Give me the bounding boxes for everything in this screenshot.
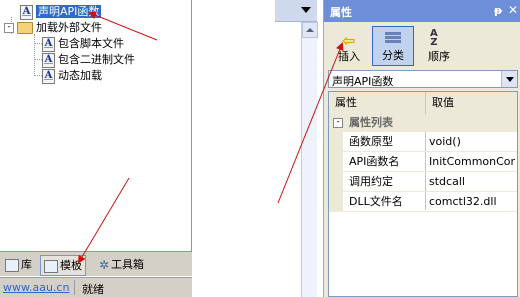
row-gutter: [329, 172, 343, 191]
tab-library[interactable]: 库: [2, 255, 35, 274]
property-row[interactable]: DLL文件名 comctl32.dll: [329, 192, 517, 212]
tree-item-root[interactable]: A 声明API函数: [20, 4, 102, 20]
panel-title: 属性: [330, 6, 352, 19]
properties-toolbar: ⇦ 插入 分类 A Z 顺序: [324, 22, 520, 68]
status-bar: www.aau.cn 就绪: [0, 277, 192, 297]
script-file-icon: A: [42, 52, 55, 68]
pin-icon[interactable]: ᵽ: [494, 4, 502, 17]
tree-item-label: 包含二进制文件: [58, 53, 135, 66]
tab-label: 工具箱: [111, 258, 144, 271]
button-label: 分类: [382, 49, 404, 62]
property-value[interactable]: InitCommonCon...: [429, 152, 515, 171]
collapse-icon[interactable]: -: [333, 118, 343, 128]
folder-open-icon: [17, 22, 33, 34]
tab-toolbox[interactable]: ✲ 工具箱: [96, 255, 147, 274]
tree-panel: A 声明API函数 - 加载外部文件 A 包含脚本文件 A 包含二进制文件 A 动态加载: [0, 0, 192, 252]
website-link[interactable]: www.aau.cn: [3, 281, 69, 294]
properties-panel: 属性 ᵽ ✕ ⇦ 插入 分类 A Z 顺序 声明API函数 属性 取值 - 属性…: [323, 0, 520, 297]
column-header-name[interactable]: 属性: [329, 92, 425, 115]
vertical-scrollbar[interactable]: [301, 22, 318, 297]
editor-tab-strip: [275, 0, 317, 22]
property-name: DLL文件名: [349, 195, 403, 208]
property-grid: 属性 取值 - 属性列表 函数原型 void() API函数名 InitComm…: [328, 91, 518, 297]
column-header-value[interactable]: 取值: [426, 92, 517, 115]
script-file-icon: A: [20, 4, 33, 20]
property-row[interactable]: 函数原型 void(): [329, 132, 517, 152]
script-file-icon: A: [42, 68, 55, 84]
scroll-up-icon[interactable]: [302, 22, 318, 38]
tree-item-folder[interactable]: - 加载外部文件: [4, 20, 102, 36]
close-icon[interactable]: ✕: [508, 3, 518, 17]
category-label: 属性列表: [349, 116, 393, 129]
row-gutter: [329, 192, 343, 211]
tree-line: [34, 34, 35, 76]
tree-line: [34, 43, 42, 44]
chevron-down-icon[interactable]: [501, 71, 517, 87]
alphabetical-button[interactable]: A Z 顺序: [418, 26, 460, 66]
tree-item-child[interactable]: A 包含二进制文件: [42, 52, 135, 68]
property-name: 函数原型: [349, 135, 393, 148]
tree-line: [34, 59, 42, 60]
tree-item-child[interactable]: A 动态加载: [42, 68, 102, 84]
tree-item-child[interactable]: A 包含脚本文件: [42, 36, 124, 52]
collapse-icon[interactable]: -: [4, 23, 14, 33]
button-label: 插入: [338, 50, 360, 63]
library-icon: [5, 258, 19, 272]
tab-label: 模板: [60, 259, 82, 272]
insert-button[interactable]: ⇦ 插入: [328, 26, 370, 66]
status-divider: [74, 280, 75, 295]
tree-item-label: 声明API函数: [36, 5, 102, 18]
categorized-button[interactable]: 分类: [372, 26, 414, 66]
tab-label: 库: [21, 258, 32, 271]
tree-item-label: 包含脚本文件: [58, 37, 124, 50]
property-name: API函数名: [349, 155, 400, 168]
sort-az-icon: A Z: [430, 28, 438, 48]
status-text: 就绪: [82, 283, 104, 296]
property-name: 调用约定: [349, 175, 393, 188]
category-row[interactable]: - 属性列表: [329, 114, 517, 132]
template-icon: [44, 259, 58, 273]
tree-item-label: 加载外部文件: [36, 21, 102, 34]
row-gutter: [329, 152, 343, 171]
property-value[interactable]: void(): [429, 132, 515, 151]
button-label: 顺序: [428, 50, 450, 63]
row-gutter: [329, 132, 343, 151]
property-row[interactable]: 调用约定 stdcall: [329, 172, 517, 192]
categorized-icon: [385, 31, 401, 46]
toolbox-icon: ✲: [99, 257, 110, 272]
tree-line: [34, 75, 42, 76]
properties-title-bar: 属性 ᵽ ✕: [324, 0, 520, 22]
tab-template[interactable]: 模板: [40, 255, 86, 276]
property-row[interactable]: API函数名 InitCommonCon...: [329, 152, 517, 172]
property-value[interactable]: stdcall: [429, 172, 515, 191]
object-selector-value: 声明API函数: [332, 75, 394, 88]
object-selector[interactable]: 声明API函数: [328, 70, 518, 88]
script-file-icon: A: [42, 36, 55, 52]
panel-tabs: 库 模板 ✲ 工具箱: [0, 252, 192, 276]
property-value[interactable]: comctl32.dll: [429, 192, 515, 211]
dropdown-arrow-icon[interactable]: [301, 7, 311, 13]
tree-item-label: 动态加载: [58, 69, 102, 82]
